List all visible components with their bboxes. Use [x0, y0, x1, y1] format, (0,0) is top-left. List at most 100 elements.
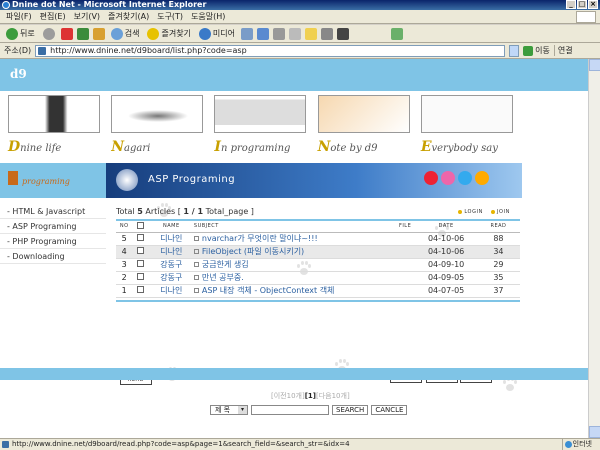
refresh-icon[interactable] — [76, 27, 89, 40]
messenger-icon[interactable] — [321, 27, 334, 40]
row-checkbox[interactable] — [137, 260, 145, 267]
row-date: 04-07-05 — [415, 284, 477, 298]
side-item-php-programing[interactable]: - PHP Programing — [0, 234, 106, 249]
row-checkbox[interactable] — [137, 234, 145, 241]
pager-prev[interactable]: [이전10개] — [271, 392, 305, 400]
login-link[interactable]: login — [458, 209, 483, 215]
row-date: 04-10-06 — [415, 232, 477, 246]
row-author[interactable]: 디나인 — [148, 245, 194, 259]
menu-favorites[interactable]: 즐겨찾기(A) — [108, 11, 149, 22]
address-dropdown-icon[interactable] — [509, 44, 520, 57]
row-checkbox[interactable] — [137, 273, 145, 280]
post-icon — [193, 275, 199, 280]
util-links: login join — [458, 209, 510, 215]
extension-icon[interactable] — [391, 27, 404, 40]
scroll-down-icon[interactable] — [589, 426, 600, 438]
nav-note-by-d9[interactable]: Note by d9 — [317, 95, 419, 163]
address-label: 주소(D) — [4, 46, 32, 55]
menubar: 파일(F) 편집(E) 보기(V) 즐겨찾기(A) 도구(T) 도움말(H) — [0, 10, 600, 24]
post-icon — [193, 249, 199, 254]
site-nav: Dnine life Nagari In programing Note by … — [0, 95, 522, 163]
page-viewport: d9 Dnine life Nagari In programing Note … — [0, 59, 588, 438]
back-label: 뒤로 — [20, 29, 35, 38]
folder-icon[interactable] — [305, 27, 318, 40]
select-all-checkbox[interactable] — [137, 221, 145, 229]
go-button[interactable]: 이동 — [523, 45, 550, 56]
col-select-all[interactable] — [132, 220, 148, 232]
nav-nagari[interactable]: Nagari — [111, 95, 212, 163]
footprints-icon — [420, 95, 513, 133]
star-icon — [147, 27, 160, 40]
back-button[interactable]: 뒤로 — [4, 26, 37, 41]
menu-file[interactable]: 파일(F) — [6, 11, 32, 22]
row-author[interactable]: 디나인 — [148, 232, 194, 246]
vertical-scrollbar[interactable] — [588, 59, 600, 438]
stop-icon[interactable] — [60, 27, 73, 40]
address-input[interactable]: http://www.dnine.net/d9board/list.php?co… — [35, 44, 506, 57]
search-button[interactable]: 검색 — [109, 26, 142, 41]
nav-everybody-say[interactable]: Everybody say — [420, 95, 522, 163]
search-submit-button[interactable]: SEARCH — [332, 405, 369, 415]
row-read: 88 — [476, 232, 520, 246]
minimize-icon[interactable]: _ — [566, 0, 576, 9]
nav-in-programing[interactable]: In programing — [214, 95, 315, 163]
nav-label-rest: n programing — [220, 143, 291, 154]
search-icon — [110, 27, 123, 40]
pagination: [이전10개][1][다음10개] — [271, 391, 350, 401]
col-subject: subject — [193, 223, 219, 230]
row-subject-cell: nvarchar가 무엇이란 말이냐~!!! — [193, 232, 395, 246]
menu-view[interactable]: 보기(V) — [74, 11, 100, 22]
media-button[interactable]: 미디어 — [197, 26, 237, 41]
side-item-downloading[interactable]: - Downloading — [0, 249, 106, 264]
row-subject[interactable]: nvarchar가 무엇이란 말이냐~!!! — [202, 234, 318, 243]
nav-dnine-life[interactable]: Dnine life — [8, 95, 109, 163]
window-titlebar: Dnine dot Net - Microsoft Internet Explo… — [0, 0, 600, 10]
forward-button[interactable] — [41, 26, 57, 41]
nav-label-cap: N — [111, 139, 124, 155]
nav-label-rest: nine life — [20, 143, 62, 154]
row-checkbox[interactable] — [137, 247, 145, 254]
row-subject[interactable]: 만년 공부중. — [202, 273, 244, 282]
qr-icon[interactable] — [337, 27, 350, 40]
side-menu: - HTML & Javascript - ASP Programing - P… — [0, 204, 106, 264]
mail-icon[interactable] — [257, 27, 270, 40]
home-icon[interactable] — [92, 27, 105, 40]
summary-page: 1 / 1 — [183, 207, 204, 216]
post-icon — [193, 262, 199, 267]
search-field-select[interactable]: 제 목 — [210, 405, 248, 415]
links-button[interactable]: 연결 — [553, 45, 573, 56]
menu-help[interactable]: 도움말(H) — [191, 11, 225, 22]
menu-edit[interactable]: 편집(E) — [40, 11, 66, 22]
row-subject[interactable]: ASP 내장 객체 - ObjectContext 객체 — [202, 286, 335, 295]
row-author[interactable]: 디나인 — [148, 284, 194, 298]
edit-icon[interactable] — [289, 27, 302, 40]
maximize-icon[interactable]: □ — [577, 0, 587, 9]
row-subject-cell: FileObject (파일 이동시키기) — [193, 245, 395, 259]
join-link[interactable]: join — [491, 209, 510, 215]
row-date: 04-09-05 — [415, 271, 477, 285]
print-icon[interactable] — [273, 27, 286, 40]
menu-tools[interactable]: 도구(T) — [157, 11, 183, 22]
windows-logo-icon — [576, 11, 596, 23]
pager-current[interactable]: [1] — [305, 392, 316, 400]
row-author[interactable]: 강동구 — [148, 258, 194, 272]
left-sidebar: programing - HTML & Javascript - ASP Pro… — [0, 163, 106, 368]
table-row: 3 강동구 궁금한게 생김 04-09-10 29 — [116, 258, 520, 272]
history-icon[interactable] — [241, 27, 254, 40]
side-item-asp-programing[interactable]: - ASP Programing — [0, 219, 106, 234]
row-author[interactable]: 강동구 — [148, 271, 194, 285]
row-subject[interactable]: FileObject (파일 이동시키기) — [202, 247, 304, 256]
search-cancel-button[interactable]: CANCLE — [371, 405, 408, 415]
scroll-up-icon[interactable] — [589, 59, 600, 71]
row-subject[interactable]: 궁금한게 생김 — [202, 260, 249, 269]
pager-next[interactable]: [다음10개] — [316, 392, 350, 400]
search-input[interactable] — [251, 405, 329, 415]
banner-emblem-icon — [116, 169, 138, 191]
favorites-button[interactable]: 즐겨찾기 — [145, 26, 192, 41]
close-icon[interactable]: × — [588, 0, 598, 9]
row-checkbox[interactable] — [137, 286, 145, 293]
col-name: name — [163, 223, 180, 230]
side-item-html-javascript[interactable]: - HTML & Javascript — [0, 204, 106, 219]
site-logo[interactable]: d9 — [10, 67, 27, 81]
row-date: 04-09-10 — [415, 258, 477, 272]
